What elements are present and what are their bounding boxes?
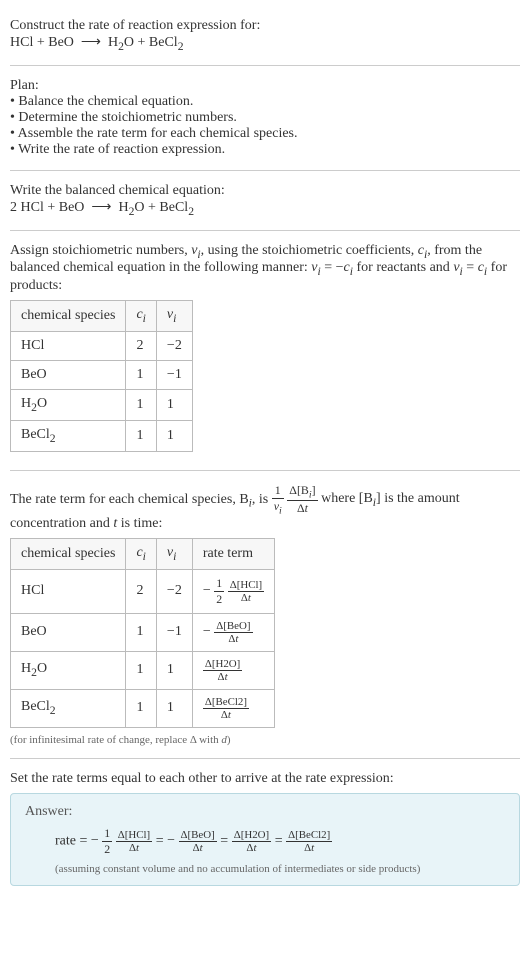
balanced-section: Write the balanced chemical equation: 2 …: [10, 175, 520, 226]
intro-mid: , is: [252, 491, 272, 506]
delta-frac: Δ[BeO]Δt: [214, 620, 252, 645]
col-ci: ci: [126, 538, 156, 569]
cell-nui: −2: [156, 331, 192, 360]
cell-nui: 1: [156, 651, 192, 689]
header-section: Construct the rate of reaction expressio…: [10, 10, 520, 61]
cell-species: BeCl2: [11, 689, 126, 727]
cell-nui: −1: [156, 360, 192, 389]
cell-nui: −1: [156, 613, 192, 651]
col-nui: νi: [156, 538, 192, 569]
answer-label: Answer:: [25, 804, 505, 820]
table-row: BeCl211: [11, 420, 193, 451]
cell-rate-term: Δ[H2O]Δt: [192, 651, 274, 689]
col-ci: ci: [126, 301, 156, 332]
delta-frac: Δ[BeCl2]Δt: [203, 696, 249, 721]
divider: [10, 470, 520, 471]
table-row: H2O11: [11, 389, 193, 420]
cell-rate-term: − Δ[BeO]Δt: [192, 613, 274, 651]
prompt-text: Construct the rate of reaction expressio…: [10, 18, 520, 34]
delta-frac: Δ[Bi]Δt: [287, 483, 317, 516]
unbalanced-equation: HCl + BeO ⟶ H2O + BeCl2: [10, 34, 520, 53]
plan-item: • Assemble the rate term for each chemic…: [10, 126, 520, 142]
answer-box: Answer: rate = − 12 Δ[HCl]Δt = − Δ[BeO]Δ…: [10, 793, 520, 886]
cell-species: HCl: [11, 331, 126, 360]
stoich-table: chemical species ci νi HCl2−2BeO1−1H2O11…: [10, 300, 193, 451]
stoich-intro: Assign stoichiometric numbers, νi, using…: [10, 243, 520, 295]
cell-ci: 2: [126, 569, 156, 613]
delta-frac: Δ[H2O]Δt: [203, 658, 242, 683]
col-nui: νi: [156, 301, 192, 332]
table-row: HCl2−2− 12 Δ[HCl]Δt: [11, 569, 275, 613]
final-title: Set the rate terms equal to each other t…: [10, 771, 520, 787]
rate-term-table: chemical species ci νi rate term HCl2−2−…: [10, 538, 275, 728]
plan-title: Plan:: [10, 78, 520, 94]
cell-nui: −2: [156, 569, 192, 613]
cell-species: BeCl2: [11, 420, 126, 451]
delta-frac: Δ[BeCl2]Δt: [286, 829, 332, 854]
table-header-row: chemical species ci νi rate term: [11, 538, 275, 569]
coef-frac: 12: [214, 576, 224, 607]
table-row: BeO1−1− Δ[BeO]Δt: [11, 613, 275, 651]
divider: [10, 230, 520, 231]
cell-species: HCl: [11, 569, 126, 613]
table-row: BeCl211Δ[BeCl2]Δt: [11, 689, 275, 727]
rate-template-formula: 1νi Δ[Bi]Δt: [272, 491, 321, 506]
col-species: chemical species: [11, 301, 126, 332]
cell-ci: 1: [126, 420, 156, 451]
cell-rate-term: Δ[BeCl2]Δt: [192, 689, 274, 727]
rate-term-intro: The rate term for each chemical species,…: [10, 483, 520, 532]
col-rate-term: rate term: [192, 538, 274, 569]
cell-nui: 1: [156, 689, 192, 727]
cell-ci: 1: [126, 360, 156, 389]
rate-note: (for infinitesimal rate of change, repla…: [10, 734, 520, 746]
divider: [10, 65, 520, 66]
cell-ci: 1: [126, 651, 156, 689]
stoich-section: Assign stoichiometric numbers, νi, using…: [10, 235, 520, 466]
table-row: BeO1−1: [11, 360, 193, 389]
cell-rate-term: − 12 Δ[HCl]Δt: [192, 569, 274, 613]
table-header-row: chemical species ci νi: [11, 301, 193, 332]
delta-frac: Δ[HCl]Δt: [116, 829, 152, 854]
divider: [10, 758, 520, 759]
table-row: H2O11Δ[H2O]Δt: [11, 651, 275, 689]
divider: [10, 170, 520, 171]
cell-species: H2O: [11, 651, 126, 689]
plan-list: • Balance the chemical equation.• Determ…: [10, 94, 520, 158]
delta-frac: Δ[HCl]Δt: [228, 579, 264, 604]
cell-ci: 1: [126, 389, 156, 420]
balanced-title: Write the balanced chemical equation:: [10, 183, 520, 199]
final-section: Set the rate terms equal to each other t…: [10, 763, 520, 894]
col-species: chemical species: [11, 538, 126, 569]
balanced-equation: 2 HCl + BeO ⟶ H2O + BeCl2: [10, 199, 520, 218]
cell-ci: 1: [126, 689, 156, 727]
table-row: HCl2−2: [11, 331, 193, 360]
plan-section: Plan: • Balance the chemical equation.• …: [10, 70, 520, 166]
cell-species: H2O: [11, 389, 126, 420]
plan-item: • Determine the stoichiometric numbers.: [10, 110, 520, 126]
delta-frac: Δ[BeO]Δt: [179, 829, 217, 854]
assumption-note: (assuming constant volume and no accumul…: [55, 863, 505, 875]
plan-item: • Balance the chemical equation.: [10, 94, 520, 110]
rate-expression: rate = − 12 Δ[HCl]Δt = − Δ[BeO]Δt = Δ[H2…: [55, 826, 505, 857]
coef-frac: 12: [102, 826, 112, 857]
plan-item: • Write the rate of reaction expression.: [10, 142, 520, 158]
delta-frac: Δ[H2O]Δt: [232, 829, 271, 854]
cell-ci: 1: [126, 613, 156, 651]
rate-label: rate =: [55, 833, 91, 848]
cell-ci: 2: [126, 331, 156, 360]
intro-pre: The rate term for each chemical species,…: [10, 491, 249, 506]
cell-nui: 1: [156, 420, 192, 451]
cell-species: BeO: [11, 360, 126, 389]
cell-species: BeO: [11, 613, 126, 651]
coef-frac: 1νi: [272, 483, 284, 516]
cell-nui: 1: [156, 389, 192, 420]
rate-term-section: The rate term for each chemical species,…: [10, 475, 520, 754]
